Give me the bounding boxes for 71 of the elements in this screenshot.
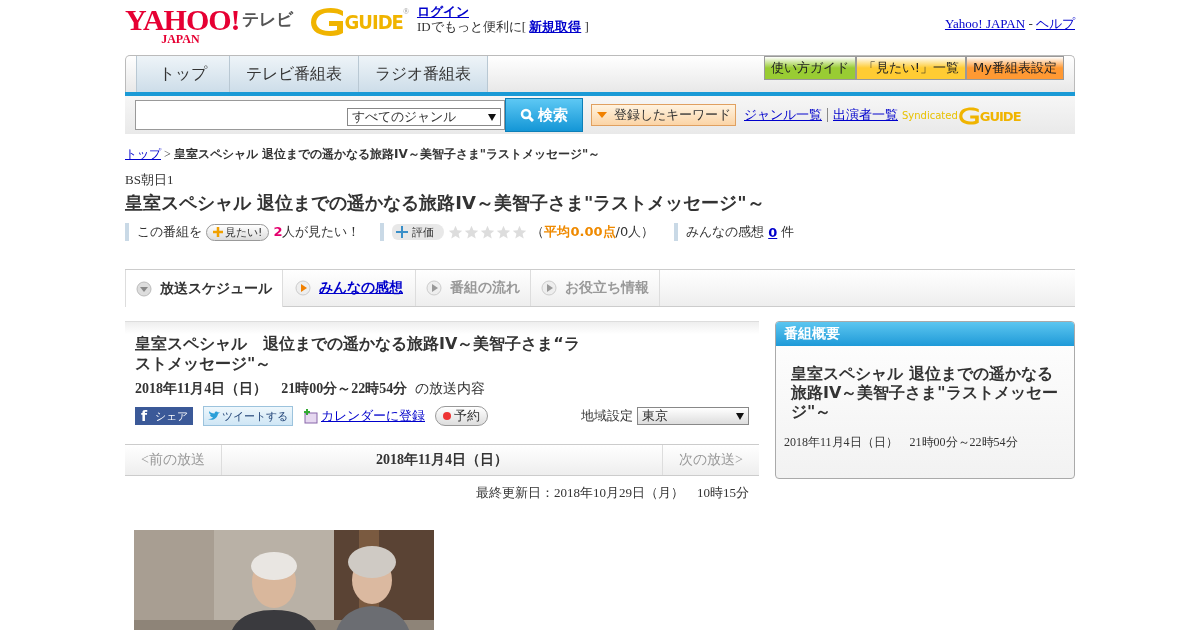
region-label: 地域設定	[581, 407, 633, 425]
panel-heading: 番組概要	[776, 322, 1074, 346]
caret-icon	[136, 280, 152, 297]
tab[interactable]: みんなの感想	[283, 270, 416, 306]
help-link[interactable]: ヘルプ	[1036, 16, 1075, 31]
summary-datetime: 2018年11月4日（日） 21時00分～22時54分	[783, 433, 1019, 451]
facebook-icon: f	[141, 408, 148, 424]
region-dropdown[interactable]: 東京	[637, 407, 749, 425]
want-label: この番組を	[137, 223, 202, 241]
bracket-text: ]	[584, 18, 589, 34]
calendar-icon	[303, 408, 319, 424]
want-count: 2人が見たい！	[273, 223, 361, 241]
star-icon	[480, 224, 496, 240]
share-button[interactable]: f シェア	[135, 407, 193, 425]
star-icon	[496, 224, 512, 240]
tab[interactable]: 放送スケジュール	[125, 270, 283, 307]
play-icon	[426, 280, 442, 296]
guide-logo: GUIDE®	[308, 7, 409, 37]
nav-tab[interactable]: テレビ番組表	[230, 56, 359, 92]
genre-dropdown[interactable]: すべてのジャンル	[347, 108, 501, 126]
breadcrumb-current: 皇室スペシャル 退位までの遥かなる旅路IV～美智子さま"ラストメッセージ"～	[173, 147, 601, 161]
nav-button[interactable]: 使い方ガイド	[763, 56, 856, 80]
play-icon	[295, 280, 311, 296]
bird-icon	[208, 411, 220, 421]
tweet-button[interactable]: ツイートする	[203, 406, 293, 426]
pager-date: 2018年11月4日（日）	[374, 451, 510, 469]
comments-count[interactable]: 0	[768, 224, 778, 240]
rating-average: （平均0.00点/0人）	[531, 223, 655, 241]
program-title: 皇室スペシャル 退位までの遥かなる旅路IV～美智子さま"ラストメッセージ"～	[125, 191, 766, 215]
star-rating[interactable]	[448, 224, 528, 240]
cast-link[interactable]: 出演者一覧	[833, 106, 898, 124]
reserve-button[interactable]: 予約	[435, 406, 488, 426]
broadcast-suffix: の放送内容	[415, 380, 486, 398]
logo-subtitle: テレビ	[241, 8, 293, 31]
star-icon	[512, 224, 528, 240]
play-icon	[541, 280, 557, 296]
nav-button[interactable]: 「見たい!」一覧	[855, 56, 967, 80]
dropdown-arrow-icon	[736, 412, 744, 420]
calendar-link[interactable]: カレンダーに登録	[321, 407, 425, 425]
plus-icon	[394, 224, 411, 240]
breadcrumb-separator: >	[164, 147, 171, 161]
broadcast-datetime: 2018年11月4日（日） 21時00分～22時54分	[135, 380, 408, 398]
dropdown-arrow-icon	[488, 113, 496, 121]
logo[interactable]: YAHOO! JAPAN	[125, 5, 240, 45]
channel-name: BS朝日1	[125, 171, 175, 189]
rate-button[interactable]: 評価	[392, 224, 445, 240]
updated-date: 最終更新日：2018年10月29日（月） 10時15分	[475, 484, 750, 502]
nav-tab[interactable]: トップ	[136, 56, 230, 92]
breadcrumb-link[interactable]: トップ	[125, 147, 161, 161]
yahoo-link[interactable]: Yahoo! JAPAN	[944, 16, 1026, 31]
search-field[interactable]: すべてのジャンル	[135, 100, 505, 130]
comments-label: みんなの感想	[686, 223, 765, 241]
broadcast-title: 皇室スペシャル 退位までの遥かなる旅路IV～美智子さま“ラストメッセージ"～	[135, 334, 581, 374]
caret-icon	[596, 110, 608, 120]
search-icon	[520, 108, 534, 122]
syndicated-label: Syndicated	[902, 109, 958, 121]
login-note: IDでもっと便利に[	[416, 18, 526, 34]
nav-tab[interactable]: ラジオ番組表	[359, 56, 488, 92]
genre-link[interactable]: ジャンル一覧	[744, 106, 822, 124]
want-button[interactable]: 見たい!	[206, 223, 270, 241]
signup-link[interactable]: 新規取得	[529, 18, 582, 34]
summary-title: 皇室スペシャル 退位までの遥かなる旅路IV～美智子さま"ラストメッセージ"～	[790, 363, 1059, 422]
separator-text: -	[1028, 16, 1033, 31]
star-icon	[464, 224, 480, 240]
guide-logo: GUIDE	[957, 106, 1021, 126]
star-icon	[448, 224, 464, 240]
keyword-button[interactable]: 登録したキーワード	[591, 104, 736, 126]
nav-button[interactable]: My番組表設定	[966, 56, 1064, 80]
comments-unit: 件	[781, 223, 795, 241]
login-link[interactable]: ログイン	[416, 4, 469, 19]
plus-icon	[213, 227, 223, 237]
